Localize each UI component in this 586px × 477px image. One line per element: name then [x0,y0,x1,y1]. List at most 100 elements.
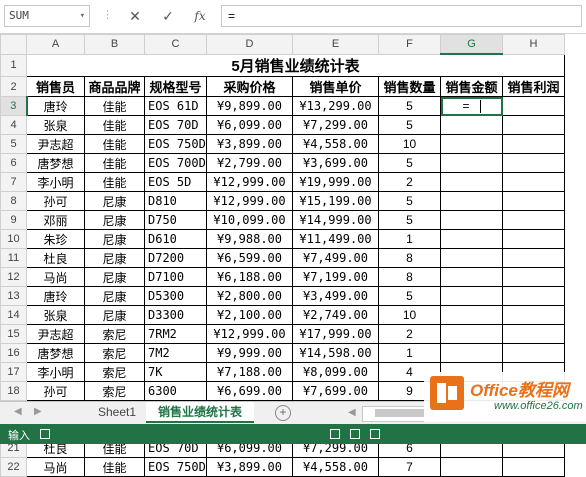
cell-g[interactable] [440,248,503,268]
cell-f[interactable]: 10 [378,305,441,325]
column-header-h[interactable]: H [502,34,565,55]
cell-h[interactable] [502,153,565,173]
cell-c[interactable]: EOS 750D [144,457,207,477]
cell-g[interactable] [440,191,503,211]
cell-b[interactable]: 索尼 [84,343,145,363]
cell-d[interactable]: ¥12,999.00 [206,172,293,192]
cell-b[interactable]: 尼康 [84,229,145,249]
cell-h[interactable] [502,96,565,116]
cell-e[interactable]: ¥4,558.00 [292,457,379,477]
column-header-b[interactable]: B [84,34,145,55]
cell-c[interactable]: D5300 [144,286,207,306]
cell-e[interactable]: ¥13,299.00 [292,96,379,116]
cell-h[interactable] [502,229,565,249]
row-header[interactable]: 6 [0,153,27,173]
cell-e[interactable]: ¥19,999.00 [292,172,379,192]
cell-f[interactable]: 8 [378,267,441,287]
cell-c[interactable]: 7RM2 [144,324,207,344]
cell-d[interactable]: ¥9,999.00 [206,343,293,363]
cell-e[interactable]: ¥3,499.00 [292,286,379,306]
add-sheet-button[interactable]: + [275,405,291,421]
row-header[interactable]: 16 [0,343,27,363]
cell-e[interactable]: ¥14,999.00 [292,210,379,230]
cell-h[interactable] [502,172,565,192]
cell-h[interactable] [502,115,565,135]
cell-e[interactable]: ¥11,499.00 [292,229,379,249]
active-cell[interactable]: = [440,96,503,116]
cell-h[interactable] [502,324,565,344]
row-header[interactable]: 11 [0,248,27,268]
cell-b[interactable]: 尼康 [84,248,145,268]
cell-a[interactable]: 唐玲 [26,96,85,116]
cell-g[interactable] [440,229,503,249]
cell-h[interactable] [502,457,565,477]
cell-d[interactable]: ¥10,099.00 [206,210,293,230]
cell-d[interactable]: ¥12,999.00 [206,324,293,344]
cell-b[interactable]: 尼康 [84,191,145,211]
cell-f[interactable]: 5 [378,153,441,173]
cell-e[interactable]: ¥7,499.00 [292,248,379,268]
cell-d[interactable]: ¥2,800.00 [206,286,293,306]
cell-a[interactable]: 尹志超 [26,324,85,344]
header-cell[interactable]: 商品品牌 [84,76,145,97]
cell-g[interactable] [440,286,503,306]
cell-c[interactable]: EOS 61D [144,96,207,116]
page-layout-icon[interactable] [350,429,360,439]
row-header[interactable]: 14 [0,305,27,325]
cell-f[interactable]: 5 [378,210,441,230]
cell-g[interactable] [440,324,503,344]
cell-a[interactable]: 李小明 [26,172,85,192]
cell-a[interactable]: 马尚 [26,267,85,287]
cell-b[interactable]: 佳能 [84,457,145,477]
row-header[interactable]: 17 [0,362,27,382]
cell-c[interactable]: 6300 [144,381,207,401]
row-header[interactable]: 4 [0,115,27,135]
cell-b[interactable]: 佳能 [84,115,145,135]
cell-a[interactable]: 马尚 [26,457,85,477]
cell-h[interactable] [502,248,565,268]
column-header-e[interactable]: E [292,34,379,55]
cell-d[interactable]: ¥6,099.00 [206,115,293,135]
cell-g[interactable] [440,134,503,154]
row-header[interactable]: 13 [0,286,27,306]
row-header[interactable]: 8 [0,191,27,211]
cell-e[interactable]: ¥7,199.00 [292,267,379,287]
cell-d[interactable]: ¥2,799.00 [206,153,293,173]
formula-input[interactable]: = [221,5,582,27]
cell-d[interactable]: ¥2,100.00 [206,305,293,325]
cell-g[interactable] [440,210,503,230]
cell-e[interactable]: ¥4,558.00 [292,134,379,154]
row-header-2[interactable]: 2 [0,76,27,97]
header-cell[interactable]: 销售利润 [502,76,565,97]
cell-g[interactable] [440,172,503,192]
cell-h[interactable] [502,191,565,211]
row-header[interactable]: 22 [0,457,27,477]
cell-b[interactable]: 尼康 [84,286,145,306]
next-sheet-icon[interactable]: ▶ [34,406,42,417]
cell-d[interactable]: ¥7,188.00 [206,362,293,382]
cell-g[interactable] [440,267,503,287]
cell-c[interactable]: EOS 5D [144,172,207,192]
row-header[interactable]: 5 [0,134,27,154]
cell-b[interactable]: 佳能 [84,172,145,192]
cell-e[interactable]: ¥7,299.00 [292,115,379,135]
row-header[interactable]: 15 [0,324,27,344]
cell-d[interactable]: ¥3,899.00 [206,457,293,477]
cell-c[interactable]: EOS 750D [144,134,207,154]
cell-c[interactable]: EOS 700D [144,153,207,173]
cell-f[interactable]: 10 [378,134,441,154]
cell-f[interactable]: 1 [378,343,441,363]
cell-a[interactable]: 张泉 [26,305,85,325]
cell-b[interactable]: 佳能 [84,153,145,173]
cell-a[interactable]: 杜良 [26,248,85,268]
row-header[interactable]: 10 [0,229,27,249]
normal-view-icon[interactable] [330,429,340,439]
cell-b[interactable]: 索尼 [84,362,145,382]
cell-b[interactable]: 索尼 [84,324,145,344]
cell-f[interactable]: 5 [378,191,441,211]
cell-b[interactable]: 尼康 [84,210,145,230]
cell-c[interactable]: D810 [144,191,207,211]
column-header-f[interactable]: F [378,34,441,55]
cell-a[interactable]: 孙可 [26,191,85,211]
cell-h[interactable] [502,267,565,287]
